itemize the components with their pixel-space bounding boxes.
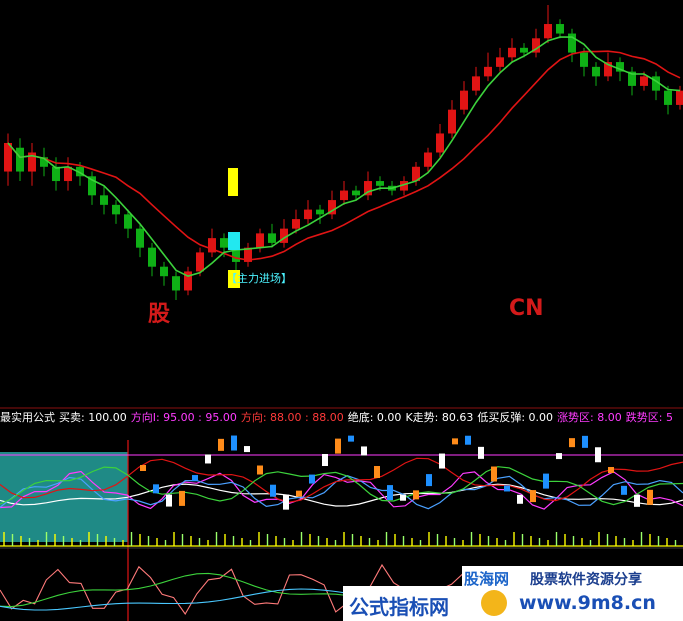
cn-watermark-text: CN: [509, 296, 544, 321]
indicator-value-8: 跌势区: 5: [625, 411, 673, 424]
indicator-block: [647, 489, 653, 505]
candle-body: [100, 195, 108, 205]
candle-body: [472, 76, 480, 91]
indicator-block: [335, 438, 341, 454]
candle-body: [256, 233, 264, 248]
indicator-block: [179, 490, 185, 506]
candle-body: [124, 214, 132, 229]
candle-body: [496, 57, 504, 67]
indicator-block: [452, 438, 458, 445]
indicator-block: [595, 447, 601, 463]
indicator-block: [387, 485, 393, 501]
candle-body: [544, 24, 552, 39]
candle-body: [304, 209, 312, 220]
candle-body: [424, 152, 432, 167]
candle-body: [580, 52, 588, 67]
formula-site-name: 公式指标网: [349, 595, 449, 619]
indicator-block: [517, 494, 523, 504]
candle-body: [376, 181, 384, 186]
indicator-block: [400, 494, 406, 501]
indicator-block: [465, 435, 471, 445]
indicator-block: [270, 484, 276, 497]
indicator-block: [634, 494, 640, 507]
indicator-block: [166, 494, 172, 507]
candle-body: [508, 47, 516, 58]
indicator-block: [582, 435, 588, 448]
candle-body: [196, 252, 204, 272]
site-url: www.9m8.cn: [519, 592, 656, 614]
indicator-block: [530, 490, 536, 503]
coin-logo-icon: [481, 590, 507, 616]
candle-body: [16, 147, 24, 172]
indicator-block: [621, 485, 627, 495]
candle-body: [340, 190, 348, 201]
candle-body: [640, 76, 648, 86]
candle-body: [592, 66, 600, 77]
indicator-block: [491, 466, 497, 482]
candle-body: [52, 166, 60, 182]
signal-marker-cyan: [228, 232, 240, 250]
indicator-value-4: 绝底: 0.00: [347, 411, 402, 424]
indicator-block: [348, 435, 354, 442]
indicator-block: [257, 465, 263, 475]
candle-body: [520, 47, 528, 53]
signal-marker-yellow: [228, 168, 238, 196]
indicator-block: [608, 467, 614, 474]
candle-body: [160, 266, 168, 277]
candle-body: [172, 276, 180, 291]
indicator-block: [361, 446, 367, 456]
indicator-block: [140, 465, 146, 471]
indicator-block: [543, 473, 549, 489]
candle-body: [136, 228, 144, 248]
main-force-entry-label: 【主力进场】: [226, 272, 292, 285]
indicator-block: [322, 454, 328, 467]
teal-zone: [0, 452, 128, 542]
indicator-block: [374, 466, 380, 479]
candle-body: [460, 90, 468, 110]
candle-body: [448, 109, 456, 134]
indicator-block: [478, 446, 484, 459]
indicator-block: [231, 435, 237, 451]
candle-body: [436, 133, 444, 153]
indicator-block: [569, 438, 575, 448]
candle-body: [220, 238, 228, 248]
indicator-block: [244, 446, 250, 453]
formula-site-watermark: 公式指标网 www.9m8.cn: [343, 586, 683, 621]
indicator-block: [413, 490, 419, 500]
indicator-block: [439, 453, 445, 469]
candle-body: [148, 247, 156, 267]
candle-body: [352, 190, 360, 196]
candle-body: [676, 90, 683, 105]
candle-body: [484, 66, 492, 77]
indicator-block: [556, 453, 562, 460]
indicator-block: [296, 490, 302, 497]
candle-body: [292, 219, 300, 229]
indicator-value-0: 最实用公式: [0, 411, 55, 424]
indicator-value-bar: 最实用公式 买卖: 100.00 方向I: 95.00 : 95.00 方向: 88.…: [0, 410, 677, 426]
indicator-block: [192, 475, 198, 482]
candle-body: [112, 204, 120, 215]
indicator-block: [205, 454, 211, 464]
candle-body: [316, 209, 324, 215]
indicator-block: [309, 474, 315, 484]
indicator-value-2: 方向I: 95.00 : 95.00: [130, 411, 237, 424]
indicator-block: [218, 438, 224, 451]
indicator-value-7: 涨势区: 8.00: [557, 411, 622, 424]
candle-body: [556, 24, 564, 34]
indicator-block: [426, 474, 432, 487]
stock-chart[interactable]: [0, 0, 683, 621]
stock-watermark-text: 股: [148, 302, 171, 327]
indicator-block: [504, 485, 510, 492]
indicator-value-6: 低买反弹: 0.00: [477, 411, 554, 424]
candle-body: [268, 233, 276, 243]
indicator-value-1: 买卖: 100.00: [59, 411, 127, 424]
indicator-value-5: K走势: 80.63: [405, 411, 474, 424]
candle-body: [664, 90, 672, 105]
indicator-block: [153, 484, 159, 494]
indicator-block: [283, 494, 289, 510]
indicator-value-3: 方向: 88.00 : 88.00: [240, 411, 344, 424]
